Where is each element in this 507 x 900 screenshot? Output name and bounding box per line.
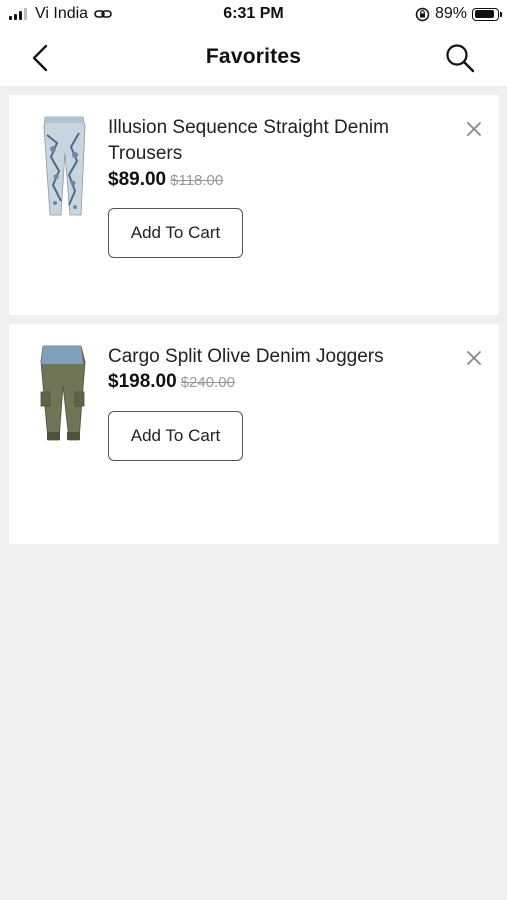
- chevron-left-icon[interactable]: [24, 40, 60, 76]
- battery-icon: [472, 7, 502, 21]
- status-bar: Vi India 6:31 PM 89%: [0, 0, 507, 30]
- battery-percent: 89%: [434, 5, 467, 22]
- price-row: $198.00 $240.00: [108, 371, 235, 393]
- nav-bar: Favorites: [0, 30, 507, 86]
- status-right: 89%: [415, 5, 502, 23]
- favorite-item-card: Illusion Sequence Straight Denim Trouser…: [9, 95, 499, 315]
- close-icon[interactable]: [465, 120, 483, 138]
- original-price: $118.00: [170, 172, 224, 189]
- close-icon[interactable]: [465, 349, 483, 367]
- add-to-cart-button[interactable]: Add To Cart: [108, 208, 243, 258]
- favorite-item-card: Cargo Split Olive Denim Joggers $198.00 …: [9, 324, 499, 544]
- page-title: Favorites: [205, 45, 302, 68]
- product-image[interactable]: [31, 342, 97, 446]
- product-price: $89.00: [108, 169, 167, 190]
- product-price: $198.00: [108, 371, 177, 392]
- product-name[interactable]: Illusion Sequence Straight Denim Trouser…: [108, 115, 398, 167]
- search-icon[interactable]: [443, 41, 477, 75]
- orientation-lock-icon: [415, 7, 430, 21]
- original-price: $240.00: [180, 374, 235, 391]
- product-name[interactable]: Cargo Split Olive Denim Joggers: [108, 344, 398, 370]
- product-image[interactable]: [31, 113, 97, 217]
- price-row: $89.00 $118.00: [108, 169, 223, 191]
- add-to-cart-button[interactable]: Add To Cart: [108, 411, 243, 461]
